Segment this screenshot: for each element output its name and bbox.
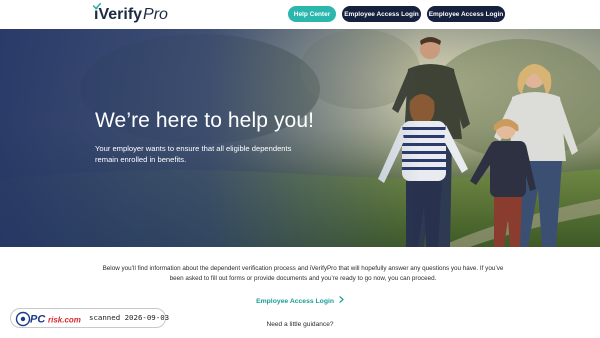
employee-access-login-link[interactable]: Employee Access Login bbox=[0, 296, 600, 305]
intro-paragraph: Below you’ll find information about the … bbox=[102, 265, 504, 282]
hero-subtitle: Your employer wants to ensure that all e… bbox=[95, 144, 292, 164]
pcrisk-watermark-badge: PC risk.com scanned 2026-09-03 bbox=[10, 308, 170, 328]
checkmark-icon bbox=[93, 3, 101, 9]
logo-i: i bbox=[93, 3, 101, 25]
help-center-button[interactable]: Help Center bbox=[288, 6, 336, 22]
family-running-photo bbox=[0, 29, 600, 247]
scan-date-stamp: scanned 2026-09-03 bbox=[89, 313, 170, 322]
hero-banner: We’re here to help you! Your employer wa… bbox=[0, 29, 600, 247]
employee-access-login-button[interactable]: Employee Access Login bbox=[342, 6, 421, 22]
site-header: i Verify Pro Help Center Employee Access… bbox=[0, 0, 600, 29]
svg-text:PC: PC bbox=[30, 314, 46, 326]
iverifypro-logo[interactable]: i Verify Pro bbox=[93, 3, 168, 25]
hero-title: We’re here to help you! bbox=[95, 109, 315, 132]
svg-text:risk.com: risk.com bbox=[48, 316, 81, 325]
employee-access-login-button-secondary[interactable]: Employee Access Login bbox=[427, 6, 505, 22]
access-link-label: Employee Access Login bbox=[256, 298, 335, 305]
logo-suffix: Pro bbox=[143, 6, 168, 23]
logo-main: Verify bbox=[98, 6, 143, 23]
logo-wordmark: i Verify Pro bbox=[93, 3, 168, 25]
chevron-right-icon bbox=[339, 296, 344, 305]
pcrisk-logo: PC risk.com bbox=[15, 311, 81, 327]
